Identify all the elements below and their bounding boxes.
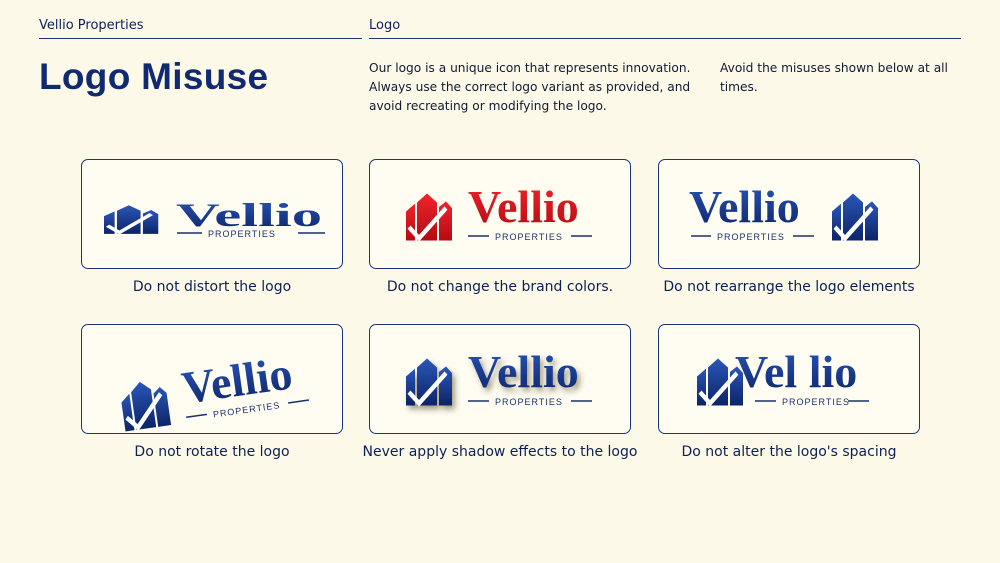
intro-paragraph-2: Avoid the misuses shown below at all tim… — [720, 61, 948, 94]
intro-paragraph-1: Our logo is a unique icon that represent… — [369, 61, 691, 113]
logo-distorted: Vellio PROPERTIES — [82, 196, 325, 239]
house-icon — [104, 205, 158, 234]
logo-wordmark: Vel lio — [735, 346, 857, 397]
header-brand-label: Vellio Properties — [39, 18, 362, 39]
logo-subline: PROPERTIES — [208, 229, 276, 239]
logo-wordmark: Vellio — [689, 181, 800, 232]
house-icon — [119, 378, 171, 431]
logo-rotated: Vellio PROPERTIES — [82, 347, 310, 435]
house-icon — [406, 194, 452, 241]
misuse-caption-rotate: Do not rotate the logo — [134, 444, 290, 460]
misuse-caption-colors: Do not change the brand colors. — [386, 279, 614, 295]
misuse-card-spacing: Vel lio PROPERTIES — [658, 324, 920, 434]
misuse-card-shadow: Vellio PROPERTIES — [369, 324, 631, 434]
logo-wordmark: Vellio — [468, 181, 579, 232]
misuse-card-distort: Vellio PROPERTIES — [81, 159, 343, 269]
misuse-caption-rearrange: Do not rearrange the logo elements — [663, 279, 915, 295]
logo-subline: PROPERTIES — [495, 232, 563, 242]
logo-subline: PROPERTIES — [782, 397, 850, 407]
house-icon — [832, 194, 878, 241]
misuse-caption-spacing: Do not alter the logo's spacing — [681, 444, 897, 460]
logo-wordmark: Vellio — [468, 346, 579, 397]
misuse-caption-shadow: Never apply shadow effects to the logo — [362, 444, 638, 460]
misuse-caption-distort: Do not distort the logo — [132, 279, 292, 295]
logo-rearranged: Vellio PROPERTIES — [689, 181, 921, 270]
logo-recolored: Vellio PROPERTIES — [370, 181, 592, 270]
logo-subline: PROPERTIES — [717, 232, 785, 242]
misuse-card-rearrange: Vellio PROPERTIES — [658, 159, 920, 269]
page-title: Logo Misuse — [39, 56, 269, 97]
logo-bad-spacing: Vel lio PROPERTIES — [659, 346, 869, 435]
house-icon — [406, 359, 452, 406]
header-section-label: Logo — [369, 18, 961, 39]
misuse-card-colors: Vellio PROPERTIES — [369, 159, 631, 269]
logo-with-shadow: Vellio PROPERTIES — [370, 346, 592, 435]
logo-subline: PROPERTIES — [495, 397, 563, 407]
logo-wordmark: Vellio — [176, 196, 322, 233]
misuse-card-rotate: Vellio PROPERTIES — [81, 324, 343, 434]
